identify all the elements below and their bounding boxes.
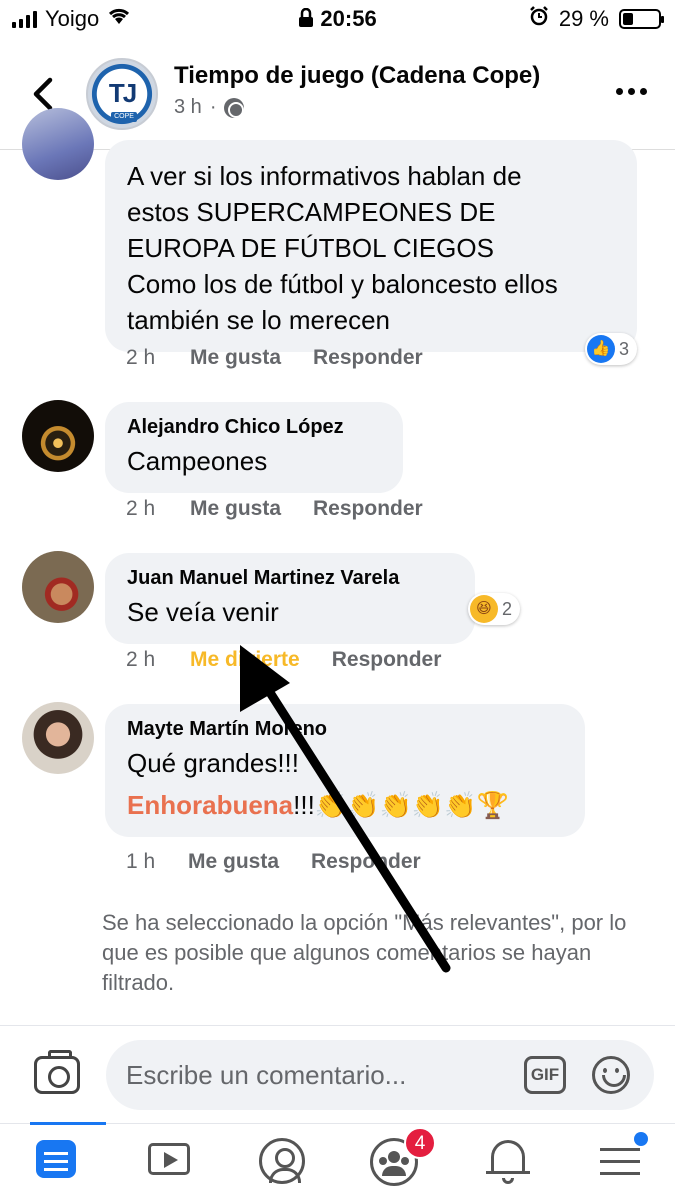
- comment-text-line: estos SUPERCAMPEONES DE: [127, 197, 496, 227]
- post-age: 3 h: [174, 96, 202, 118]
- comment-text: Campeones: [127, 446, 268, 476]
- comment-bubble[interactable]: Alejandro Chico López Campeones: [105, 402, 403, 493]
- comment-author[interactable]: Juan Manuel Martinez Varela: [127, 567, 453, 590]
- reaction-count: 3: [619, 338, 630, 359]
- news-feed-icon: [36, 1140, 76, 1178]
- bell-icon: [486, 1140, 530, 1174]
- tab-watch[interactable]: [142, 1134, 196, 1188]
- comment-emojis: !!!👏👏👏👏👏🏆: [293, 790, 510, 820]
- emoji-icon[interactable]: [592, 1056, 630, 1094]
- comment-text: Qué grandes!!!: [127, 748, 299, 778]
- status-bar: Yoigo 20:56 29 %: [0, 0, 675, 38]
- dot-separator: ·: [209, 96, 217, 118]
- commenter-avatar[interactable]: [22, 400, 94, 472]
- tab-notifications[interactable]: [481, 1134, 535, 1188]
- commenter-avatar[interactable]: [22, 551, 94, 623]
- comment-actions: 2 h Me divierte Responder: [126, 648, 473, 672]
- comment-bubble[interactable]: Juan Manuel Martinez Varela Se veía veni…: [105, 553, 475, 644]
- like-button[interactable]: Me gusta: [188, 850, 279, 874]
- commenter-avatar[interactable]: [22, 108, 94, 180]
- reply-button[interactable]: Responder: [313, 346, 423, 370]
- camera-icon[interactable]: [34, 1050, 80, 1094]
- battery-icon: [619, 9, 664, 29]
- groups-badge: 4: [404, 1127, 436, 1159]
- like-icon: 👍: [587, 335, 615, 363]
- comment-bubble[interactable]: Mayte Martín Moreno Qué grandes!!! Enhor…: [105, 704, 585, 837]
- page-title[interactable]: Tiempo de juego (Cadena Cope): [174, 62, 540, 90]
- comment-composer: GIF: [0, 1025, 675, 1123]
- globe-icon: [224, 97, 245, 118]
- battery-info: 29 %: [529, 6, 664, 32]
- menu-icon: [600, 1148, 640, 1151]
- reaction-summary[interactable]: 👍 3: [585, 333, 638, 365]
- reply-button[interactable]: Responder: [313, 497, 423, 521]
- comment-time: 1 h: [126, 850, 156, 873]
- more-options-button[interactable]: [616, 88, 647, 95]
- tab-profile[interactable]: [255, 1134, 309, 1188]
- comment-time: 2 h: [126, 648, 156, 671]
- alarm-icon: [529, 6, 549, 32]
- haha-reaction-button[interactable]: Me divierte: [190, 648, 300, 672]
- comment-text-line: Como los de fútbol y baloncesto ellos: [127, 269, 558, 299]
- tab-news-feed[interactable]: [30, 1134, 84, 1188]
- avatar-initials: TJ: [108, 78, 137, 108]
- comment-author[interactable]: Alejandro Chico López: [127, 416, 381, 439]
- comment-bubble[interactable]: A ver si los informativos hablan de esto…: [105, 140, 637, 352]
- gif-button[interactable]: GIF: [524, 1056, 566, 1094]
- active-tab-indicator: [30, 1122, 106, 1125]
- video-icon: [148, 1143, 190, 1175]
- comment-actions: 2 h Me gusta Responder: [126, 497, 455, 521]
- profile-icon: [259, 1138, 305, 1184]
- like-button[interactable]: Me gusta: [190, 497, 281, 521]
- like-button[interactable]: Me gusta: [190, 346, 281, 370]
- menu-notification-dot: [634, 1132, 648, 1146]
- comment-text-line: Enhorabuena!!!👏👏👏👏👏🏆: [127, 787, 563, 823]
- time-text: 20:56: [320, 6, 377, 31]
- reaction-count: 2: [502, 598, 513, 619]
- bell-clapper: [502, 1178, 514, 1184]
- lock-icon: [298, 6, 320, 31]
- comment-input-wrap: GIF: [106, 1040, 654, 1110]
- haha-icon: 😆: [470, 595, 498, 623]
- bottom-navigation: 4: [0, 1122, 675, 1200]
- comment-time: 2 h: [126, 497, 156, 520]
- comment-author[interactable]: Mayte Martín Moreno: [127, 718, 563, 741]
- post-header: TJ COPE Tiempo de juego (Cadena Cope) 3 …: [0, 50, 675, 150]
- comment-text: Se veía venir: [127, 597, 279, 627]
- commenter-avatar[interactable]: [22, 702, 94, 774]
- comment-input[interactable]: [126, 1052, 506, 1098]
- highlight-text[interactable]: Enhorabuena: [127, 790, 293, 820]
- reaction-summary[interactable]: 😆 2: [468, 593, 521, 625]
- comment-time: 2 h: [126, 346, 156, 369]
- comment-text-line: A ver si los informativos hablan de: [127, 161, 522, 191]
- comment-text-line: también se lo merecen: [127, 305, 391, 335]
- battery-percent: 29 %: [558, 6, 609, 31]
- reply-button[interactable]: Responder: [332, 648, 442, 672]
- page-avatar[interactable]: TJ COPE: [86, 58, 158, 130]
- comment-actions: 2 h Me gusta Responder: [126, 346, 455, 370]
- filter-note: Se ha seleccionado la opción "Más releva…: [102, 910, 627, 995]
- comment-actions: 1 h Me gusta Responder: [126, 850, 453, 874]
- comment-text-line: EUROPA DE FÚTBOL CIEGOS: [127, 233, 494, 263]
- post-meta: 3 h ·: [174, 96, 245, 119]
- reply-button[interactable]: Responder: [311, 850, 421, 874]
- avatar-sub: COPE: [111, 112, 137, 122]
